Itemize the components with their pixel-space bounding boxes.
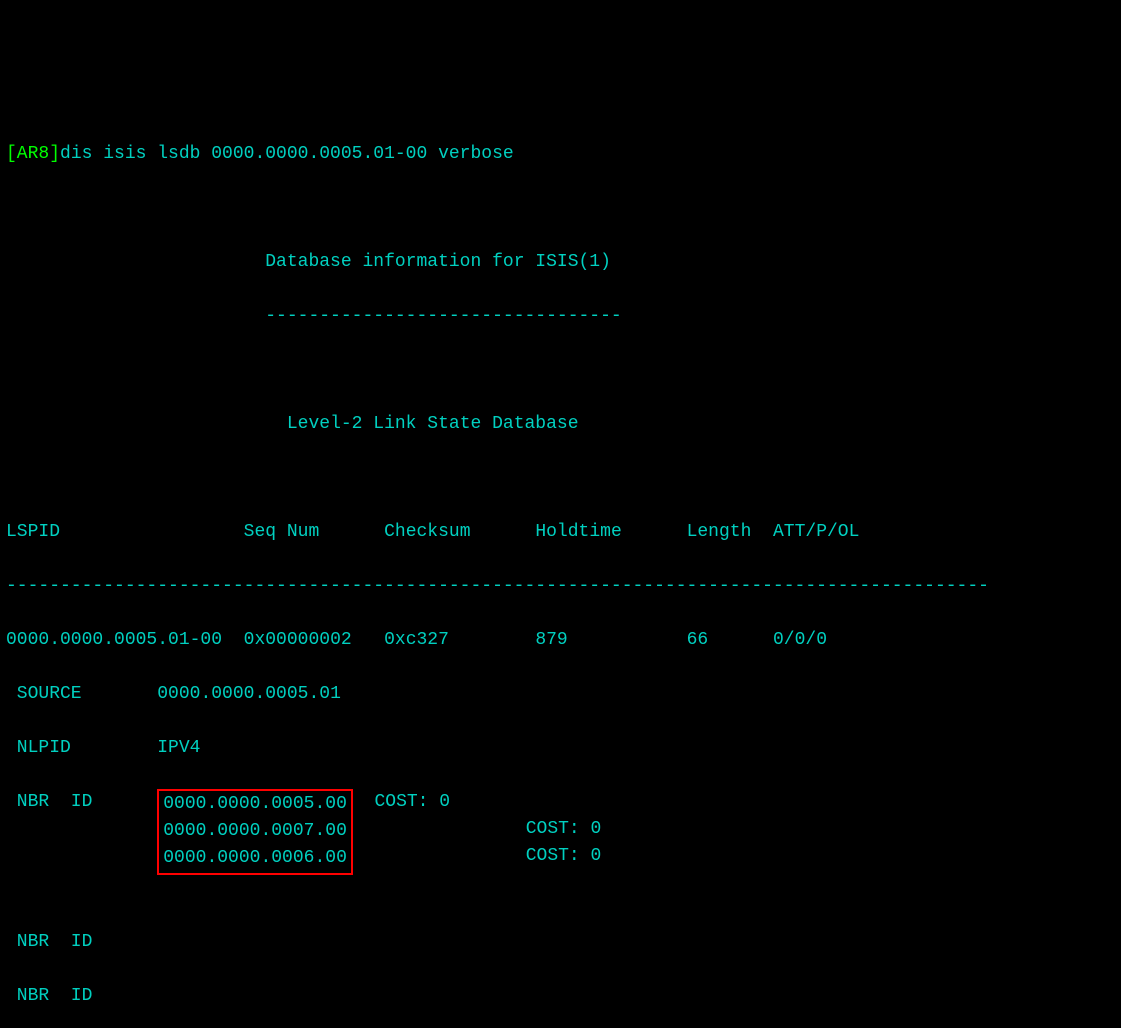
val-lspid: 0000.0000.0005.01-00 (6, 630, 222, 650)
val-checksum: 0xc327 (384, 630, 449, 650)
nlpid-label: NLPID (6, 738, 157, 758)
terminal-output: [AR8]dis isis lsdb 0000.0000.0005.01-00 … (6, 114, 1115, 1028)
val-holdtime: 879 (535, 630, 567, 650)
col-seqnum: Seq Num (244, 522, 320, 542)
cost-label-1: COST: (353, 792, 439, 812)
table-divider: ----------------------------------------… (6, 573, 1115, 600)
divider: --------------------------------- (265, 306, 621, 326)
col-attpol: ATT/P/OL (773, 522, 859, 542)
cost-val-2: 0 (591, 819, 602, 839)
val-seqnum: 0x00000002 (244, 630, 352, 650)
nlpid-value: IPV4 (157, 738, 200, 758)
nbr-id-1: 0000.0000.0005.00 (163, 794, 347, 814)
section-title: Level-2 Link State Database (287, 414, 579, 434)
prompt: [AR8] (6, 144, 60, 164)
nbr-row-3-label: NBR ID (6, 983, 1115, 1010)
col-length: Length (687, 522, 752, 542)
col-checksum: Checksum (384, 522, 470, 542)
col-holdtime: Holdtime (535, 522, 621, 542)
db-title: Database information for ISIS(1) (265, 252, 611, 272)
val-length: 66 (687, 630, 709, 650)
col-lspid: LSPID (6, 522, 60, 542)
command-text: dis isis lsdb 0000.0000.0005.01-00 verbo… (60, 144, 514, 164)
nbr-row-2-label: NBR ID (6, 929, 1115, 956)
source-label: SOURCE (6, 684, 157, 704)
source-value: 0000.0000.0005.01 (157, 684, 341, 704)
cost-val-1: 0 (439, 792, 450, 812)
nbr-id-2: 0000.0000.0007.00 (163, 821, 347, 841)
cost-label-2: COST: (504, 819, 590, 839)
val-attpol: 0/0/0 (773, 630, 827, 650)
